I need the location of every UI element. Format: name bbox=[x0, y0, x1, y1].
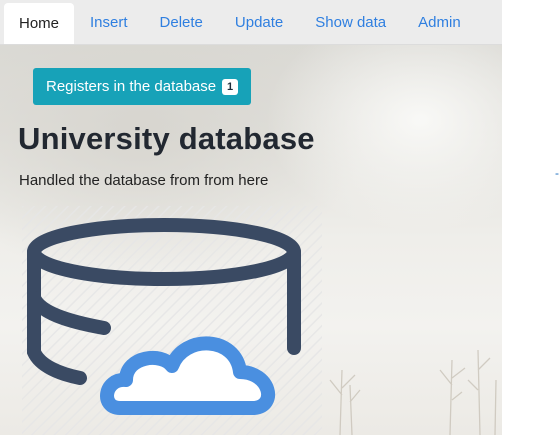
page: Home Insert Delete Update Show data Admi… bbox=[0, 0, 559, 435]
page-title: University database bbox=[18, 121, 315, 156]
nav-item-home[interactable]: Home bbox=[4, 3, 75, 44]
registers-button-label: Registers in the database bbox=[46, 78, 217, 95]
registers-count-badge: 1 bbox=[222, 78, 239, 95]
nav-item-show-data[interactable]: Show data bbox=[299, 0, 402, 44]
top-navbar: Home Insert Delete Update Show data Admi… bbox=[0, 0, 502, 45]
nav-item-insert[interactable]: Insert bbox=[74, 0, 144, 44]
bare-trees-background bbox=[329, 349, 497, 435]
nav-item-update[interactable]: Update bbox=[219, 0, 299, 44]
database-cloud-icon bbox=[22, 206, 322, 435]
nav-item-admin[interactable]: Admin bbox=[402, 0, 477, 44]
page-subtitle: Handled the database from from here bbox=[19, 172, 269, 189]
side-mark: - bbox=[555, 166, 559, 180]
registers-button[interactable]: Registers in the database 1 bbox=[33, 68, 252, 105]
nav-item-delete[interactable]: Delete bbox=[144, 0, 219, 44]
